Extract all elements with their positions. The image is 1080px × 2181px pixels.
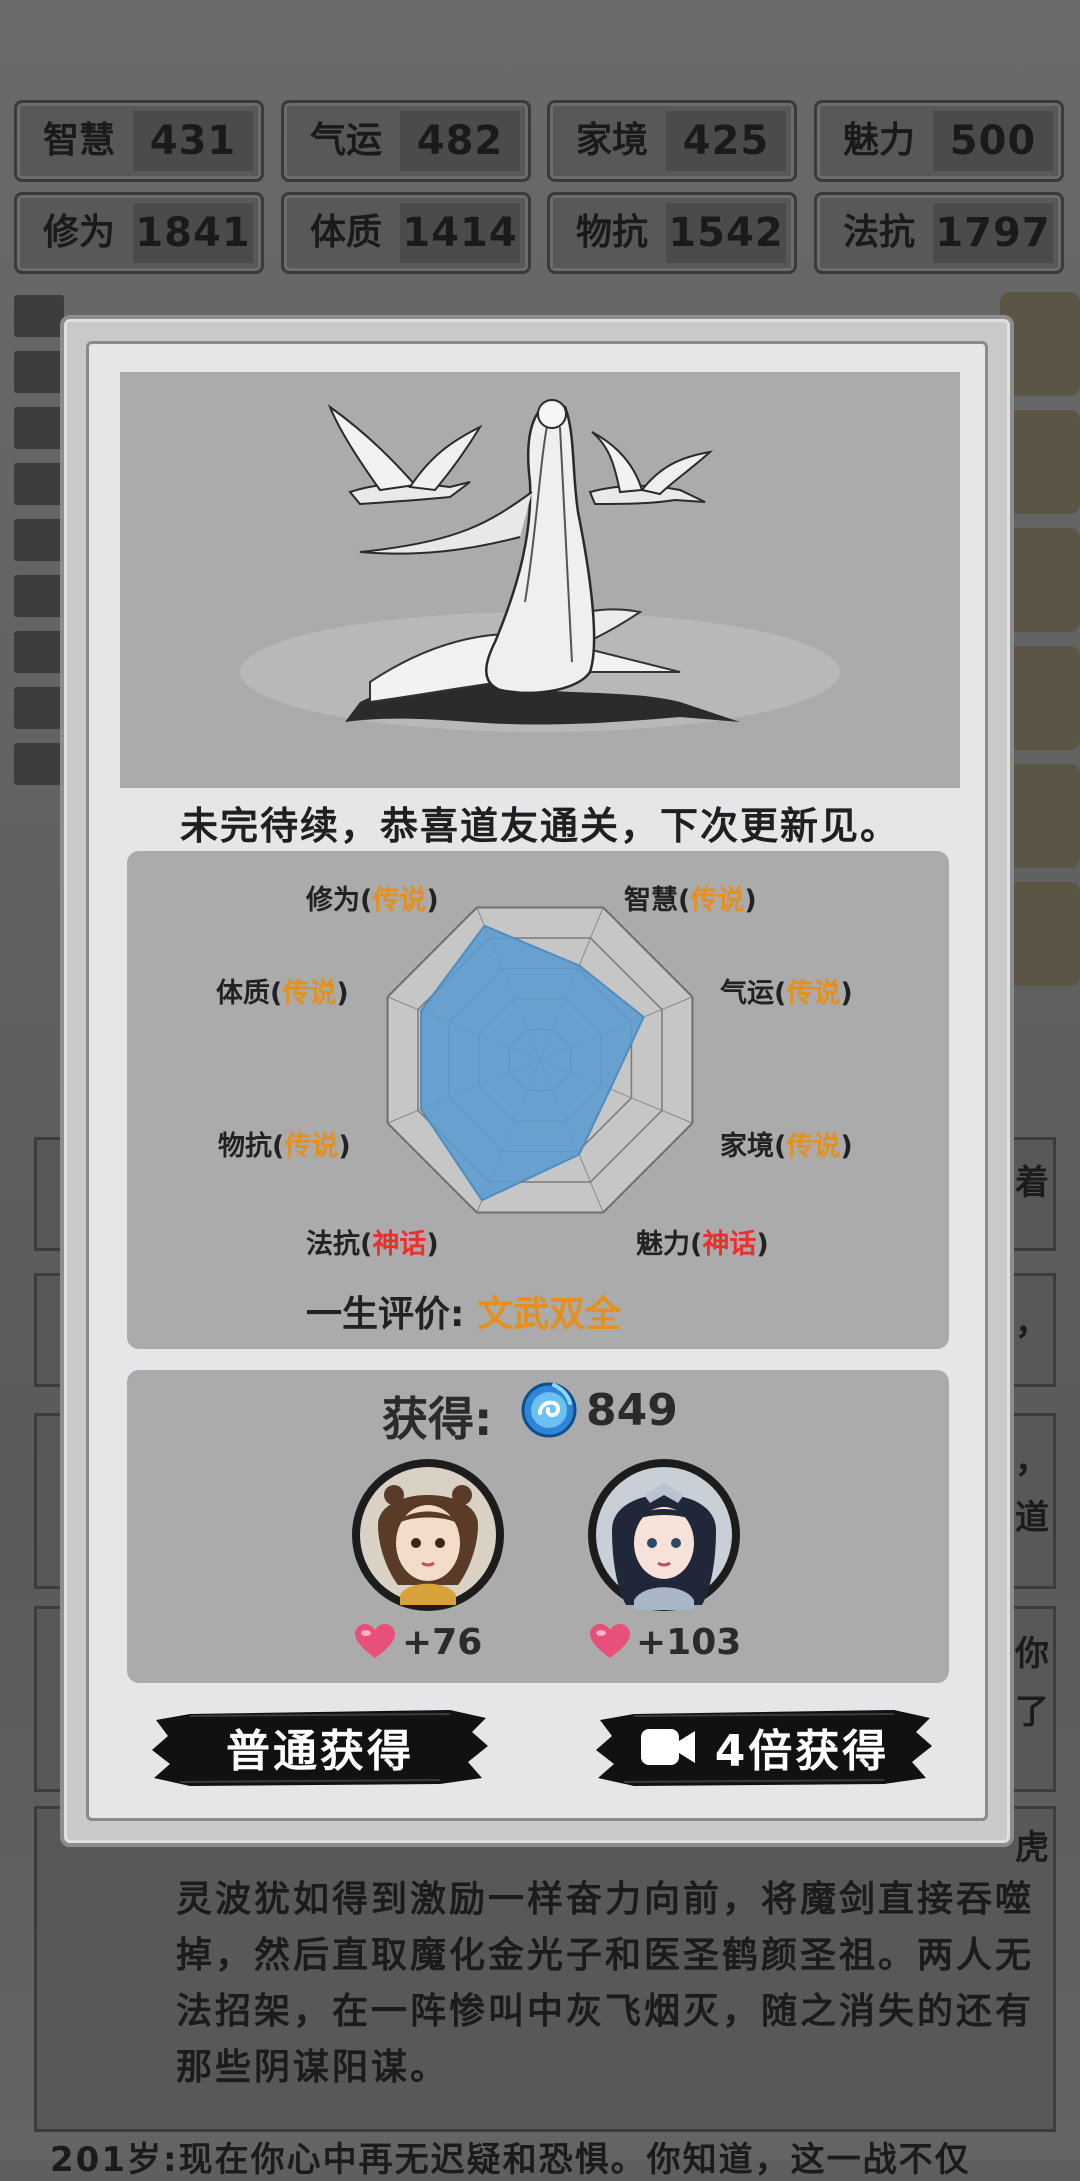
trait-chip (14, 463, 64, 505)
stat-label: 体质 (309, 212, 382, 253)
radar-attr-level: 神话 (372, 1229, 427, 1260)
stat-physical-resist: 物抗 1542 (547, 192, 797, 274)
trait-chip (14, 295, 64, 337)
stat-value: 425 (666, 111, 786, 171)
radar-label-cultivation: 修为(传说) (306, 885, 439, 916)
background-log-line: 201岁:现在你心中再无迟疑和恐惧。你知道，这一战不仅 (50, 2140, 971, 2180)
stat-wisdom: 智慧 431 (14, 100, 264, 182)
stat-label: 魅力 (842, 120, 915, 161)
trait-chip (14, 743, 64, 785)
stat-luck: 气运 482 (281, 100, 531, 182)
radar-attr-level: 传说 (284, 1131, 339, 1162)
background-text-fragment: 着 (1015, 1163, 1049, 1203)
life-evaluation: 一生评价: 文武双全 (306, 1285, 621, 1337)
stat-label: 法抗 (842, 212, 915, 253)
radar-label-family: 家境(传说) (720, 1131, 853, 1162)
stat-value: 1542 (666, 203, 786, 263)
trait-chip (14, 575, 64, 617)
evaluation-label: 一生评价: (306, 1294, 465, 1335)
radar-attr-level: 传说 (690, 885, 745, 916)
evaluation-value: 文武双全 (476, 1294, 621, 1335)
radar-label-luck: 气运(传说) (720, 978, 853, 1009)
radar-attr-name: 气运 (720, 978, 774, 1009)
radar-attr-level: 传说 (786, 1131, 841, 1162)
stat-value: 482 (400, 111, 520, 171)
radar-attr-name: 法抗 (306, 1229, 360, 1260)
stat-value: 431 (133, 111, 253, 171)
radar-attr-level: 传说 (372, 885, 427, 916)
radar-attr-name: 魅力 (636, 1229, 690, 1260)
ending-illustration (120, 372, 960, 788)
background-story-text: 灵波犹如得到激励一样奋力向前，将魔剑直接吞噬 掉，然后直取魔化金光子和医圣鹤颜圣… (176, 1872, 1056, 2096)
normal-claim-label: 普通获得 (226, 1726, 414, 1777)
background-text-fragment: ， (1015, 1303, 1049, 1343)
radar-label-magic-resist: 法抗(神话) (306, 1229, 439, 1260)
video-claim-4x-button[interactable]: 4倍获得 (594, 1706, 934, 1788)
stat-value: 500 (933, 111, 1053, 171)
radar-attr-level: 传说 (282, 978, 337, 1009)
radar-attr-name: 智慧 (624, 885, 678, 916)
trait-chip (14, 687, 64, 729)
radar-attr-name: 修为 (306, 885, 360, 916)
story-line: 那些阴谋阳谋。 (176, 2047, 450, 2088)
stat-family: 家境 425 (547, 100, 797, 182)
reward-label: 获得: (382, 1392, 493, 1446)
stat-value: 1797 (933, 203, 1053, 263)
radar-attr-name: 体质 (216, 978, 270, 1009)
companion-affection: +76 (402, 1622, 483, 1663)
companion-avatar (588, 1459, 740, 1611)
trait-chip (14, 351, 64, 393)
story-line: 灵波犹如得到激励一样奋力向前，将魔剑直接吞噬 (176, 1879, 1035, 1920)
spirit-orb-icon (521, 1382, 577, 1438)
radar-attr-name: 物抗 (218, 1131, 272, 1162)
background-text-fragment: 道 (1015, 1498, 1049, 1538)
heart-icon (590, 1624, 630, 1658)
background-text-fragment: 了 (1015, 1692, 1049, 1732)
stat-label: 气运 (309, 120, 382, 161)
stat-label: 修为 (42, 212, 115, 253)
normal-claim-button[interactable]: 普通获得 (150, 1706, 490, 1788)
radar-attr-level: 神话 (702, 1229, 757, 1260)
video-claim-label: 4倍获得 (714, 1726, 890, 1777)
ending-message: 未完待续，恭喜道友通关，下次更新见。 (179, 804, 900, 848)
stat-label: 智慧 (42, 120, 115, 161)
companion-avatar (352, 1459, 504, 1611)
stat-value: 1414 (400, 203, 520, 263)
stat-label: 家境 (575, 120, 648, 161)
trait-chip (14, 631, 64, 673)
radar-label-wisdom: 智慧(传说) (624, 885, 757, 916)
trait-chip (14, 519, 64, 561)
story-line: 法招架，在一阵惨叫中灰飞烟灭，随之消失的还有 (176, 1991, 1035, 2032)
stat-label: 物抗 (575, 212, 648, 253)
radar-attr-level: 传说 (786, 978, 841, 1009)
stat-charm: 魅力 500 (814, 100, 1064, 182)
reward-amount: 849 (586, 1385, 678, 1436)
background-trait-list (14, 295, 64, 799)
radar-label-charm: 魅力(神话) (636, 1229, 769, 1260)
story-line: 掉，然后直取魔化金光子和医圣鹤颜圣祖。两人无 (176, 1935, 1035, 1976)
attribute-radar-chart (386, 906, 694, 1214)
stat-value: 1841 (133, 203, 253, 263)
stat-magic-resist: 法抗 1797 (814, 192, 1064, 274)
background-text-fragment: 虎 (1015, 1828, 1049, 1868)
background-text-fragment: 你 (1015, 1634, 1049, 1674)
video-camera-icon (640, 1729, 695, 1765)
radar-label-physical-resist: 物抗(传说) (218, 1131, 351, 1162)
stat-constitution: 体质 1414 (281, 192, 531, 274)
heart-icon (355, 1624, 395, 1658)
companion-affection: +103 (636, 1622, 742, 1663)
background-text-fragment: ， (1015, 1441, 1049, 1481)
stat-cultivation: 修为 1841 (14, 192, 264, 274)
radar-attr-name: 家境 (720, 1131, 774, 1162)
trait-chip (14, 407, 64, 449)
radar-label-constitution: 体质(传说) (216, 978, 349, 1009)
